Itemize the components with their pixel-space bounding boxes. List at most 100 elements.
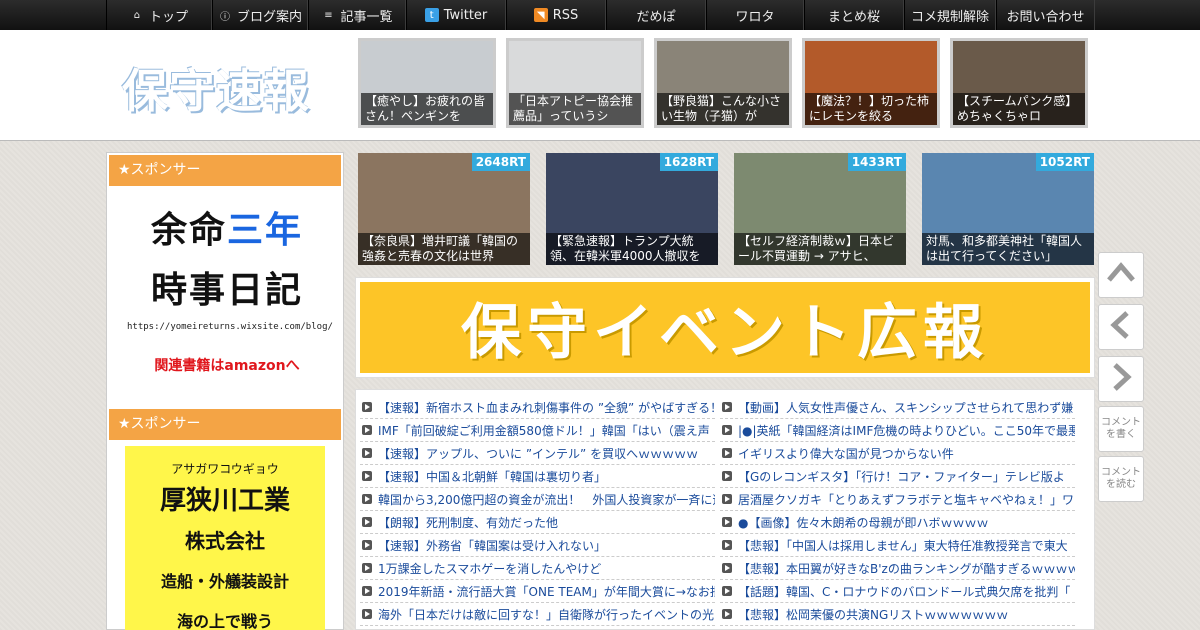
sponsor-ad-asagawa[interactable]: アサガワコウギョウ 厚狭川工業 株式会社 造船・外艤装設計 海の上で戦う <box>125 446 325 630</box>
event-banner[interactable]: 保守イベント広報 <box>355 277 1095 378</box>
retweet-count-badge: 2648RT <box>471 153 530 171</box>
news-link[interactable]: 【動画】人気女性声優さん、スキンシップさせられて思わず嫌 <box>738 399 1073 416</box>
news-link[interactable]: 2019年新語・流行語大賞「ONE TEAM」が年間大賞に→なお批 <box>378 583 715 600</box>
news-link[interactable]: イギリスより偉大な国が見つからない件 <box>738 445 954 462</box>
news-item[interactable]: 【速報】アップル、ついに ”インテル” を買収へｗｗｗｗｗ <box>360 442 715 465</box>
news-item[interactable]: 【悲報】本田翼が好きなB'zの曲ランキングが酷すぎるｗｗｗｗ <box>720 557 1075 580</box>
arrow-left-button[interactable] <box>1098 304 1144 350</box>
nav-bar-inner: ⌂ トップ ⓘ ブログ案内 ≡ 記事一覧 t Twitter ◥ RSS だめぽ ワロタ まとめ桜 コメ規… <box>106 0 1095 30</box>
ad-text: 余命 <box>150 210 227 251</box>
news-item[interactable]: 韓国から3,200億円超の資金が流出！ 外国人投資家が一斉に逃 <box>360 488 715 511</box>
arrow-up-button[interactable] <box>1098 252 1144 298</box>
nav-item[interactable]: ワロタ <box>706 0 804 30</box>
featured-caption: 【野良猫】こんな小さい生物（子猫）が <box>657 93 789 125</box>
news-link[interactable]: 居酒屋クソガキ「とりあえずフラボテと塩キャベやねぇ！」ワ <box>738 491 1074 508</box>
news-item[interactable]: IMF「前回破綻ご利用金額580億ドル！」韓国「はい（震え声 <box>360 419 715 442</box>
ad-text: 海の上で戦う <box>176 612 273 630</box>
news-link[interactable]: 1万課金したスマホゲーを消したんやけど <box>378 560 601 577</box>
nav-item[interactable]: ⓘ ブログ案内 <box>212 0 308 30</box>
news-link[interactable]: ●【画像】佐々木朗希の母親が即ハボｗｗｗｗ <box>738 514 988 531</box>
news-item[interactable]: 【悲報】「中国人は採用しません」東大特任准教授発言で東大 <box>720 534 1075 557</box>
nav-item[interactable]: だめぽ <box>606 0 706 30</box>
news-link[interactable]: 韓国から3,200億円超の資金が流出！ 外国人投資家が一斉に逃 <box>378 491 715 508</box>
news-item[interactable]: 1万課金したスマホゲーを消したんやけど <box>360 557 715 580</box>
news-item[interactable]: 【速報】中国＆北朝鮮「韓国は裏切り者」 <box>360 465 715 488</box>
popular-article[interactable]: 1433RT 【セルフ経済制裁ｗ】日本ビール不買運動 → アサヒ、 <box>734 153 906 265</box>
news-item[interactable]: 【朗報】死刑制度、有効だった他 <box>360 511 715 534</box>
news-link[interactable]: 【速報】中国＆北朝鮮「韓国は裏切り者」 <box>378 468 606 485</box>
bullet-icon <box>722 609 732 619</box>
news-link[interactable]: 【速報】外務省「韓国案は受け入れない」 <box>378 537 606 554</box>
featured-article[interactable]: 「日本アトピー協会推薦品」っていうシ <box>506 38 644 128</box>
popular-caption: 【奈良県】増井町議「韓国の強姦と売春の文化は世界 <box>358 233 530 265</box>
nav-item-label: ブログ案内 <box>236 9 302 25</box>
nav-item[interactable]: ≡ 記事一覧 <box>308 0 406 30</box>
nav-item-label: お問い合わせ <box>1006 9 1085 25</box>
featured-article[interactable]: 【癒やし】お疲れの皆さん！ペンギンを <box>358 38 496 128</box>
news-link[interactable]: IMF「前回破綻ご利用金額580億ドル！」韓国「はい（震え声 <box>378 422 710 439</box>
arrow-right-icon <box>1104 360 1138 398</box>
news-link[interactable]: 【速報】新宿ホスト血まみれ刺傷事件の ”全貌” がやばすぎる！ <box>378 399 715 416</box>
amazon-link[interactable]: 関連書籍はamazonへ <box>127 355 327 375</box>
comment-button[interactable]: コメントを書く <box>1098 406 1144 452</box>
ad-text: 三年 <box>227 210 304 251</box>
news-item[interactable]: 【Gのレコンギスタ】「行け！コア・ファイター」テレビ版よ <box>720 465 1075 488</box>
bullet-icon <box>722 494 732 504</box>
featured-article[interactable]: 【魔法？！】切った柿にレモンを絞る <box>802 38 940 128</box>
arrow-left-icon <box>1104 308 1138 346</box>
sponsor-heading: ★スポンサー <box>109 155 341 186</box>
news-link[interactable]: 【Gのレコンギスタ】「行け！コア・ファイター」テレビ版よ <box>738 468 1065 485</box>
ad-url: https://yomeireturns.wixsite.com/blog/ <box>127 322 333 332</box>
news-item[interactable]: 居酒屋クソガキ「とりあえずフラボテと塩キャベやねぇ！」ワ <box>720 488 1075 511</box>
comment-button[interactable]: コメントを読む <box>1098 456 1144 502</box>
news-link[interactable]: 【速報】アップル、ついに ”インテル” を買収へｗｗｗｗｗ <box>378 445 698 462</box>
news-item[interactable]: イギリスより偉大な国が見つからない件 <box>720 442 1075 465</box>
news-link[interactable]: 【話題】韓国、C・ロナウドのバロンドール式典欠席を批判「 <box>738 583 1070 600</box>
nav-item[interactable]: ⌂ トップ <box>106 0 212 30</box>
nav-item[interactable]: t Twitter <box>406 0 506 30</box>
sponsor-ad-yomei[interactable]: 余命三年 時事日記 https://yomeireturns.wixsite.c… <box>127 201 333 381</box>
sidebar: ★スポンサー 余命三年 時事日記 https://yomeireturns.wi… <box>106 152 344 630</box>
news-item[interactable]: |●|英紙「韓国経済はIMF危機の時よりひどい。ここ50年で最悪 <box>720 419 1075 442</box>
nav-item[interactable]: ◥ RSS <box>506 0 606 30</box>
bullet-icon <box>362 448 372 458</box>
bullet-icon <box>722 517 732 527</box>
news-item[interactable]: 2019年新語・流行語大賞「ONE TEAM」が年間大賞に→なお批 <box>360 580 715 603</box>
nav-item[interactable]: まとめ桜 <box>804 0 904 30</box>
nav-item-label: Twitter <box>443 7 488 23</box>
news-link[interactable]: 【悲報】「中国人は採用しません」東大特任准教授発言で東大 <box>738 537 1068 554</box>
popular-article[interactable]: 2648RT 【奈良県】増井町議「韓国の強姦と売春の文化は世界 <box>358 153 530 265</box>
news-item[interactable]: 【速報】新宿ホスト血まみれ刺傷事件の ”全貌” がやばすぎる！ <box>360 396 715 419</box>
news-item[interactable]: 【悲報】松岡茉優の共演NGリストｗｗｗｗｗｗｗ <box>720 603 1075 626</box>
arrow-right-button[interactable] <box>1098 356 1144 402</box>
popular-article[interactable]: 1052RT 対馬、和多都美神社「韓国人は出て行ってください」 <box>922 153 1094 265</box>
featured-article[interactable]: 【野良猫】こんな小さい生物（子猫）が <box>654 38 792 128</box>
popular-caption: 対馬、和多都美神社「韓国人は出て行ってください」 <box>922 233 1094 265</box>
featured-article[interactable]: 【スチームパンク感】めちゃくちゃロ <box>950 38 1088 128</box>
site-logo[interactable]: 保守速報 <box>122 55 310 121</box>
news-link[interactable]: 海外「日本だけは敵に回すな！」自衛隊が行ったイベントの光 <box>378 606 714 623</box>
retweet-count-badge: 1052RT <box>1035 153 1094 171</box>
home-icon: ⌂ <box>133 9 141 21</box>
sponsor-heading: ★スポンサー <box>109 409 341 440</box>
news-link[interactable]: 【悲報】松岡茉優の共演NGリストｗｗｗｗｗｗｗ <box>738 606 1008 623</box>
bullet-icon <box>722 540 732 550</box>
news-link[interactable]: 【朗報】死刑制度、有効だった他 <box>378 514 558 531</box>
news-column-right: 【動画】人気女性声優さん、スキンシップさせられて思わず嫌 |●|英紙「韓国経済はI… <box>720 396 1075 626</box>
nav-item-label: 記事一覧 <box>340 9 393 25</box>
nav-item[interactable]: コメ規制解除 <box>904 0 996 30</box>
featured-caption: 「日本アトピー協会推薦品」っていうシ <box>509 93 641 125</box>
news-item[interactable]: 【速報】外務省「韓国案は受け入れない」 <box>360 534 715 557</box>
bullet-icon <box>362 402 372 412</box>
news-item[interactable]: 海外「日本だけは敵に回すな！」自衛隊が行ったイベントの光 <box>360 603 715 626</box>
news-link[interactable]: 【悲報】本田翼が好きなB'zの曲ランキングが酷すぎるｗｗｗｗ <box>738 560 1075 577</box>
news-item[interactable]: 【話題】韓国、C・ロナウドのバロンドール式典欠席を批判「 <box>720 580 1075 603</box>
news-item[interactable]: 【動画】人気女性声優さん、スキンシップさせられて思わず嫌 <box>720 396 1075 419</box>
popular-article[interactable]: 1628RT 【緊急速報】トランプ大統領、在韓米軍4000人撤収を <box>546 153 718 265</box>
news-item[interactable]: ●【画像】佐々木朗希の母親が即ハボｗｗｗｗ <box>720 511 1075 534</box>
featured-caption: 【魔法？！】切った柿にレモンを絞る <box>805 93 937 125</box>
ad-text: 時事日記 <box>150 270 303 311</box>
top-navigation: ⌂ トップ ⓘ ブログ案内 ≡ 記事一覧 t Twitter ◥ RSS だめぽ ワロタ まとめ桜 コメ規… <box>0 0 1200 30</box>
news-link[interactable]: |●|英紙「韓国経済はIMF危機の時よりひどい。ここ50年で最悪 <box>738 422 1075 439</box>
nav-item[interactable]: お問い合わせ <box>996 0 1095 30</box>
